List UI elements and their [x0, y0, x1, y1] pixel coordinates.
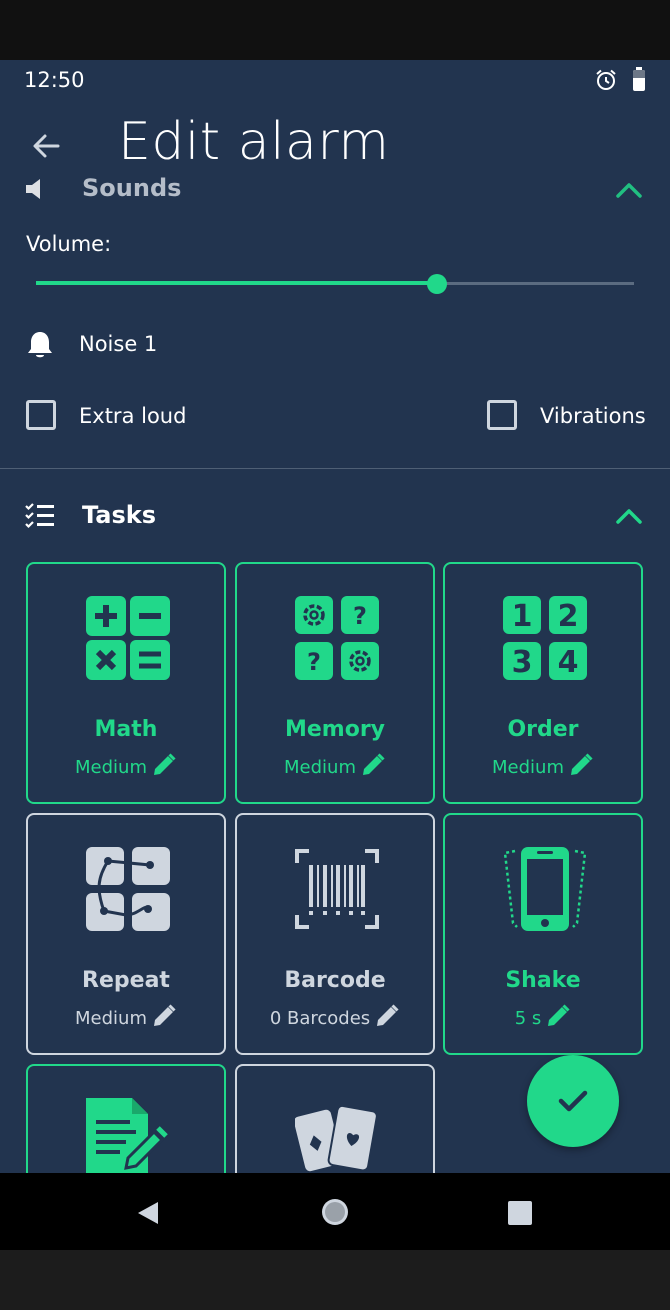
task-detail-text: Medium — [492, 757, 564, 778]
svg-text:2: 2 — [558, 599, 579, 634]
sound-name: Noise 1 — [79, 332, 158, 356]
nav-back-icon[interactable] — [134, 1199, 162, 1227]
task-name: Math — [94, 717, 158, 742]
pencil-icon[interactable] — [374, 1003, 400, 1029]
checklist-icon — [25, 503, 54, 529]
task-detail-text: Medium — [284, 757, 356, 778]
memory-cards-icon: ? ? — [295, 596, 379, 680]
slider-thumb[interactable] — [427, 274, 447, 294]
volume-label: Volume: — [26, 232, 112, 256]
playing-cards-icon — [295, 1104, 378, 1172]
task-detail: Medium — [28, 1003, 224, 1029]
task-detail: Medium — [28, 752, 224, 778]
section-divider — [0, 468, 670, 469]
task-name: Order — [507, 717, 579, 742]
extra-loud-checkbox[interactable] — [26, 400, 56, 430]
task-tile-cards[interactable] — [235, 1064, 435, 1173]
shake-phone-icon — [503, 847, 587, 931]
app-screen: 12:50 Edit alarm Sounds Volume: Noise 1 — [0, 60, 670, 1173]
task-detail: 5 s — [445, 1003, 641, 1029]
task-name: Shake — [505, 968, 581, 993]
task-detail-text: Medium — [75, 757, 147, 778]
status-time: 12:50 — [24, 68, 85, 92]
task-detail-text: 5 s — [514, 1008, 542, 1029]
task-name: Barcode — [284, 968, 386, 993]
slider-fill — [36, 281, 437, 285]
pencil-icon[interactable] — [151, 752, 177, 778]
svg-text:?: ? — [353, 602, 367, 630]
battery-icon — [633, 67, 645, 91]
svg-text:1: 1 — [512, 599, 533, 634]
pencil-icon[interactable] — [568, 752, 594, 778]
status-bar: 12:50 — [0, 60, 670, 100]
task-detail: Medium — [445, 752, 641, 778]
task-detail-text: 0 Barcodes — [269, 1008, 371, 1029]
task-detail: 0 Barcodes — [237, 1003, 433, 1029]
vibrations-checkbox[interactable] — [487, 400, 517, 430]
svg-text:4: 4 — [558, 645, 579, 680]
nav-home-icon[interactable] — [319, 1196, 351, 1228]
document-edit-icon — [86, 1098, 168, 1173]
task-detail: Medium — [237, 752, 433, 778]
confirm-fab-button[interactable] — [527, 1055, 619, 1147]
calculator-icon — [86, 596, 170, 680]
task-name: Repeat — [82, 968, 170, 993]
task-name: Memory — [284, 717, 386, 742]
chevron-up-icon[interactable] — [614, 180, 644, 200]
back-arrow-icon[interactable] — [28, 128, 64, 164]
nav-recents-icon[interactable] — [507, 1200, 533, 1226]
task-tile-shake[interactable]: Shake 5 s — [443, 813, 643, 1055]
system-nav-bar — [0, 1173, 670, 1250]
bell-icon — [28, 332, 52, 358]
repeat-pattern-icon — [86, 847, 170, 931]
tasks-section-header[interactable]: Tasks — [0, 492, 670, 538]
extra-loud-label: Extra loud — [79, 404, 187, 428]
task-tile-typing[interactable] — [26, 1064, 226, 1173]
speaker-icon — [26, 179, 40, 199]
task-tile-order[interactable]: 1 2 3 4 Order Medium — [443, 562, 643, 804]
top-bezel — [0, 0, 670, 60]
barcode-icon — [295, 849, 379, 929]
task-tile-repeat[interactable]: Repeat Medium — [26, 813, 226, 1055]
svg-text:3: 3 — [512, 645, 533, 680]
svg-text:?: ? — [307, 648, 321, 676]
sound-selector[interactable]: Noise 1 — [0, 318, 670, 370]
task-tile-math[interactable]: Math Medium — [26, 562, 226, 804]
checkmark-icon — [558, 1090, 588, 1112]
pencil-icon[interactable] — [545, 1003, 571, 1029]
sounds-title: Sounds — [82, 174, 182, 202]
numbers-order-icon: 1 2 3 4 — [503, 596, 587, 680]
alarm-clock-icon — [596, 69, 616, 90]
task-tile-barcode[interactable]: Barcode 0 Barcodes — [235, 813, 435, 1055]
chevron-up-icon[interactable] — [614, 506, 644, 526]
task-detail-text: Medium — [75, 1008, 147, 1029]
pencil-icon[interactable] — [360, 752, 386, 778]
vibrations-label: Vibrations — [540, 404, 646, 428]
tasks-title: Tasks — [82, 501, 157, 529]
pencil-icon[interactable] — [151, 1003, 177, 1029]
task-tile-memory[interactable]: ? ? Memory Medium — [235, 562, 435, 804]
bottom-bezel — [0, 1250, 670, 1310]
volume-slider[interactable] — [36, 272, 634, 296]
page-title: Edit alarm — [118, 112, 390, 172]
